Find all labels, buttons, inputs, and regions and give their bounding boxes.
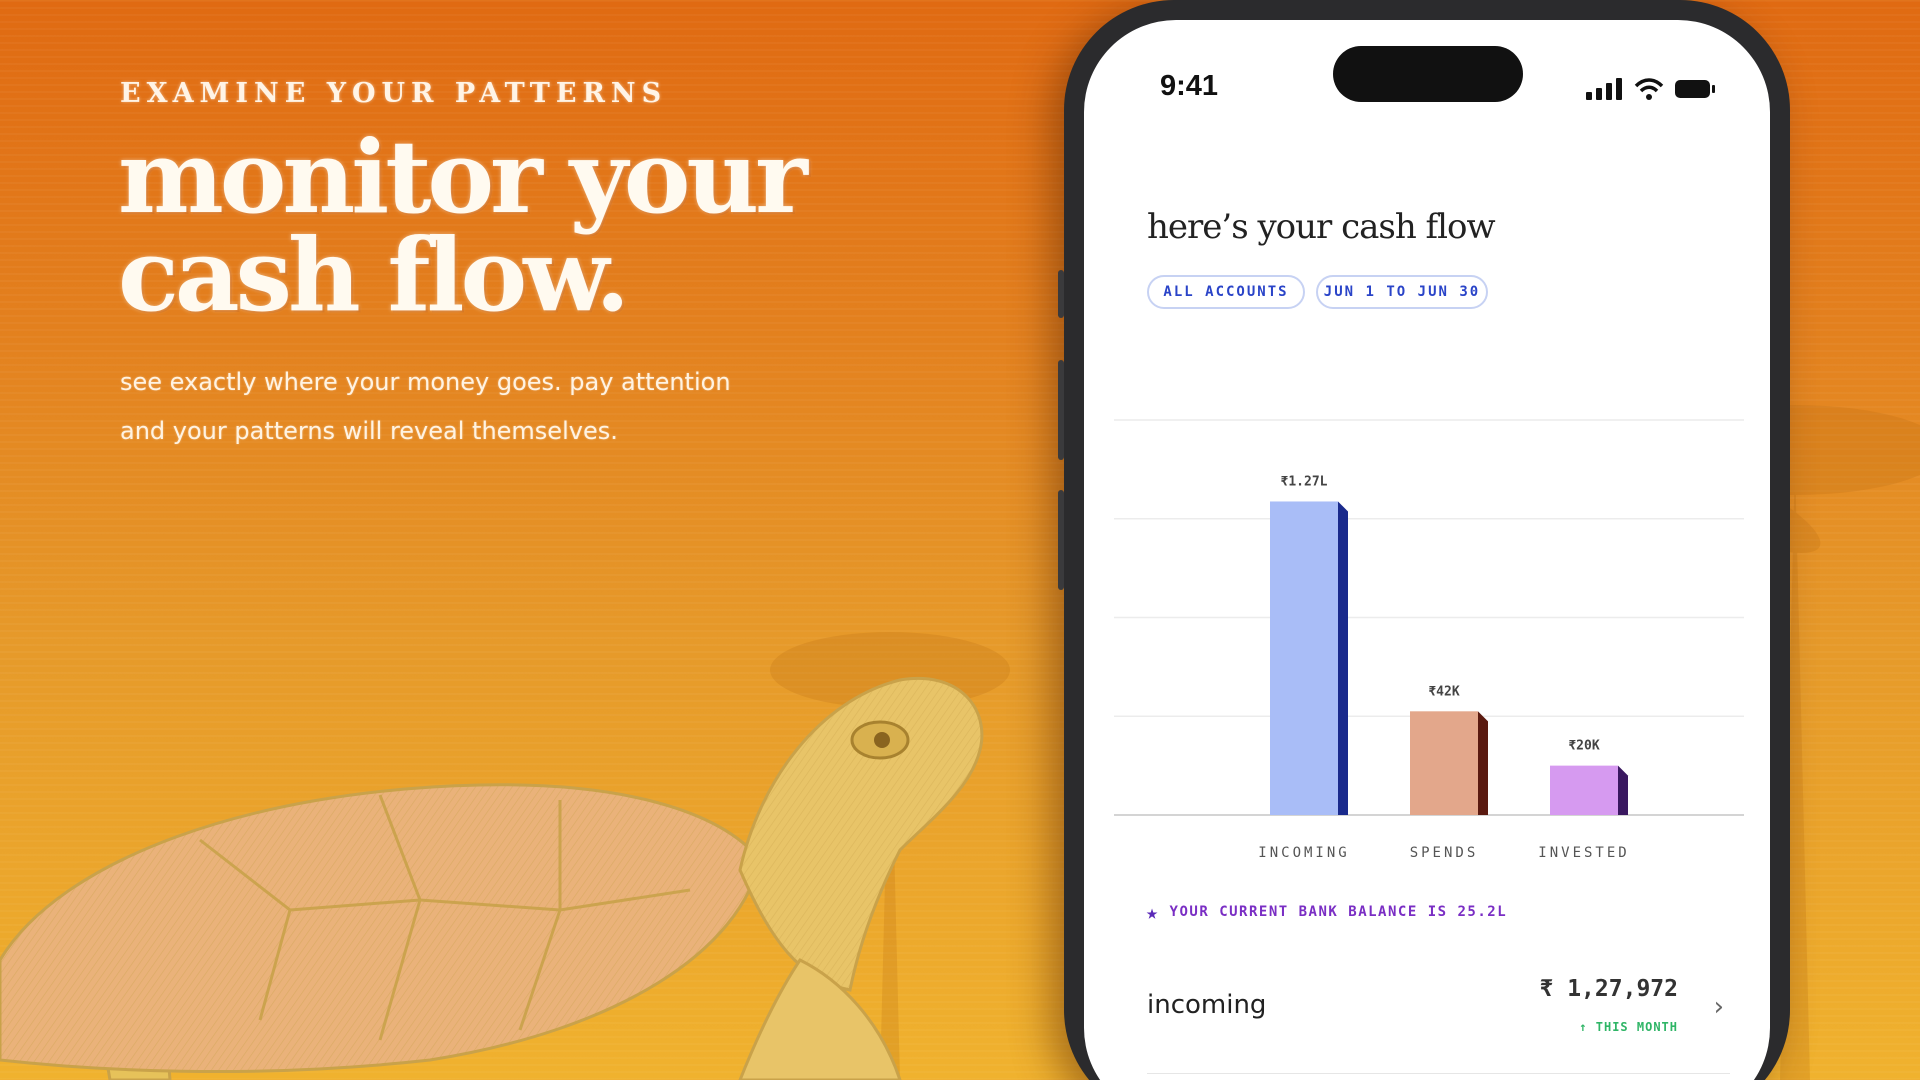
hero-subtext: see exactly where your money goes. pay a… xyxy=(120,358,820,456)
bar-spends xyxy=(1410,711,1478,815)
subtext-line-2: and your patterns will reveal themselves… xyxy=(120,417,618,445)
cash-flow-bar-chart: ₹1.27L INCOMING ₹42K SPENDS ₹20K INVESTED xyxy=(1114,419,1744,861)
subtext-line-1: see exactly where your money goes. pay a… xyxy=(120,368,731,396)
battery-icon xyxy=(1675,80,1715,98)
chevron-right-icon[interactable]: › xyxy=(1714,992,1724,1022)
bar-incoming xyxy=(1270,501,1338,815)
status-time: 9:41 xyxy=(1160,70,1219,102)
filter-chip-date-range[interactable]: JUN 1 TO JUN 30 xyxy=(1316,275,1488,309)
bank-balance-note: ★ YOUR CURRENT BANK BALANCE IS 25.2L xyxy=(1146,900,1507,924)
phone-screen: 9:41 here’s your cash flow ALL ACCOUNTS … xyxy=(1084,20,1770,1080)
phone-mockup: 9:41 here’s your cash flow ALL ACCOUNTS … xyxy=(1058,0,1790,1080)
bar-side-incoming xyxy=(1338,501,1348,815)
bank-balance-text: YOUR CURRENT BANK BALANCE IS 25.2L xyxy=(1169,904,1508,920)
eyebrow-text: EXAMINE YOUR PATTERNS xyxy=(120,78,668,109)
headline-line-2: cash flow. xyxy=(118,216,630,334)
row-divider xyxy=(1147,1073,1730,1074)
sea-turtle-illustration xyxy=(0,677,984,1080)
hero-headline: monitor your cash flow. xyxy=(118,118,838,334)
cash-flow-title: here’s your cash flow xyxy=(1147,207,1496,247)
phone-volume-down xyxy=(1058,490,1064,590)
incoming-row-amount: ₹ 1,27,972 xyxy=(1539,976,1678,1002)
data-label-incoming: ₹1.27L xyxy=(1281,474,1328,489)
dynamic-island xyxy=(1333,46,1523,102)
bar-invested xyxy=(1550,765,1618,815)
incoming-row-label[interactable]: incoming xyxy=(1147,990,1266,1020)
cellular-signal-icon xyxy=(1586,78,1622,100)
headline-line-1: monitor your xyxy=(118,118,808,236)
wifi-icon xyxy=(1634,78,1664,100)
phone-side-button xyxy=(1058,270,1064,318)
data-label-invested: ₹20K xyxy=(1568,739,1599,754)
bar-side-invested xyxy=(1618,765,1628,815)
status-icons xyxy=(1586,78,1716,100)
category-label-spends: SPENDS xyxy=(1410,845,1479,861)
incoming-row-trend: ↑ THIS MONTH xyxy=(1579,1020,1678,1034)
bar-side-spends xyxy=(1478,711,1488,815)
filter-chip-accounts[interactable]: ALL ACCOUNTS xyxy=(1147,275,1305,309)
category-label-incoming: INCOMING xyxy=(1258,845,1349,861)
category-label-invested: INVESTED xyxy=(1538,845,1629,861)
data-label-spends: ₹42K xyxy=(1428,684,1459,699)
star-icon: ★ xyxy=(1146,900,1160,924)
phone-volume-up xyxy=(1058,360,1064,460)
